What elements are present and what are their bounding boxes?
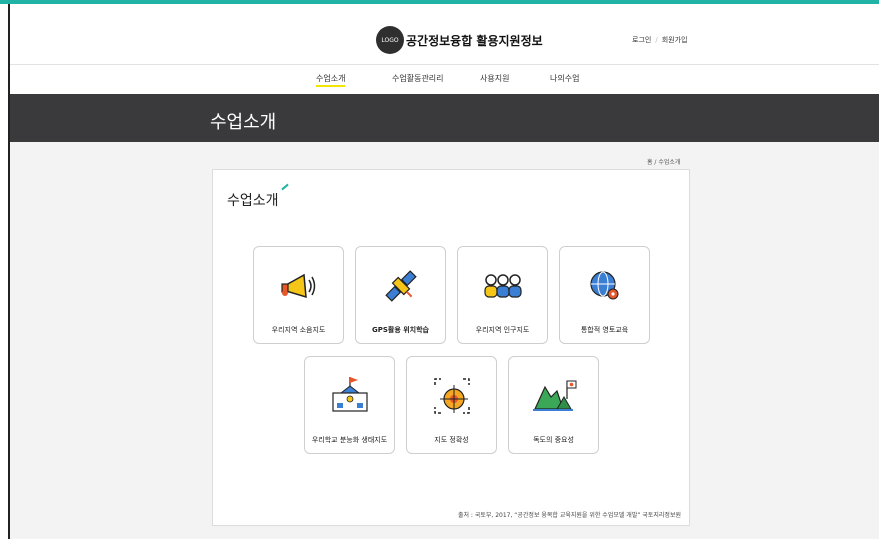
island-flag-icon: [533, 380, 577, 411]
tile-territory-education[interactable]: 통합적 영토교육: [559, 246, 650, 344]
tile-noise-map[interactable]: 우리지역 소음지도: [253, 246, 344, 344]
tile-dokdo-importance[interactable]: 독도의 중요성: [508, 356, 599, 454]
nav-item-class-intro[interactable]: 수업소개: [316, 73, 346, 87]
auth-separator: /: [655, 36, 658, 44]
nav-item-my-class[interactable]: 나의수업: [550, 73, 579, 84]
browser-frame: LOGO 공간정보융합 활용지원정보 로그인 / 회원가입 수업소개 수업활동관리리…: [8, 4, 879, 539]
page-banner: 수업소개: [10, 94, 879, 142]
login-link[interactable]: 로그인: [632, 36, 651, 44]
site-title[interactable]: 공간정보융합 활용지원정보: [406, 32, 543, 49]
tile-label: 우리지역 인구지도: [475, 326, 530, 334]
tile-label: 우리학교 분능화 생태지도: [311, 436, 388, 444]
tile-school-eco-map[interactable]: 우리학교 분능화 생태지도: [304, 356, 395, 454]
satellite-icon: [385, 270, 417, 302]
tile-label: 지도 정확성: [434, 436, 469, 444]
banner-title: 수업소개: [210, 112, 277, 133]
class-intro-card: 수업소개 우리지역 소음지도 GPS활용 위치학습 우리지역 인구지도 통합적 …: [212, 169, 690, 526]
tile-label: 통합적 영토교육: [580, 326, 629, 334]
tile-gps-learning[interactable]: GPS활용 위치학습: [355, 246, 446, 344]
tile-population-map[interactable]: 우리지역 인구지도: [457, 246, 548, 344]
site-header: LOGO 공간정보융합 활용지원정보 로그인 / 회원가입: [10, 8, 879, 65]
nav-item-usage-support[interactable]: 사용지원: [480, 73, 509, 84]
tile-label: 독도의 중요성: [533, 436, 574, 444]
people-icon: [484, 274, 522, 298]
tile-map-accuracy[interactable]: 지도 정확성: [406, 356, 497, 454]
main-nav: 수업소개 수업활동관리리 사용지원 나의수업: [10, 65, 879, 94]
title-accent-mark: [280, 183, 289, 191]
card-title: 수업소개: [227, 183, 289, 210]
auth-links: 로그인 / 회원가입: [632, 35, 687, 45]
target-icon: [434, 378, 470, 414]
tile-label: 우리지역 소음지도: [271, 326, 326, 334]
school-icon: [332, 377, 368, 412]
tile-label: GPS활용 위치학습: [372, 326, 429, 334]
logo-badge[interactable]: LOGO: [376, 26, 404, 54]
megaphone-icon: [281, 273, 316, 299]
nav-item-activity-manage[interactable]: 수업활동관리리: [392, 73, 444, 84]
signup-link[interactable]: 회원가입: [662, 36, 688, 44]
source-citation: 출처 : 국토부, 2017, “공간정보 융복합 교육지원을 위한 수업모델 …: [457, 512, 681, 519]
globe-pin-icon: [590, 271, 619, 300]
card-title-text: 수업소개: [227, 193, 279, 209]
breadcrumb: 홈 / 수업소개: [647, 159, 681, 166]
